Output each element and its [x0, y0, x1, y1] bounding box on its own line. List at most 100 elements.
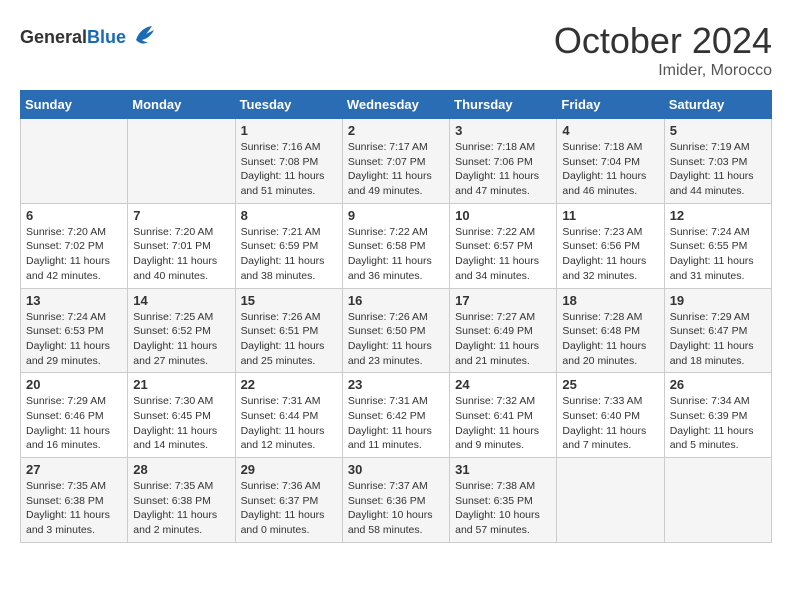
day-info: Sunrise: 7:27 AM Sunset: 6:49 PM Dayligh…: [455, 310, 551, 369]
day-number: 30: [348, 462, 444, 477]
calendar-cell: 31 Sunrise: 7:38 AM Sunset: 6:35 PM Dayli…: [450, 458, 557, 543]
calendar-cell: 14 Sunrise: 7:25 AM Sunset: 6:52 PM Dayli…: [128, 288, 235, 373]
calendar-cell: [557, 458, 664, 543]
calendar-cell: 25 Sunrise: 7:33 AM Sunset: 6:40 PM Dayli…: [557, 373, 664, 458]
calendar-cell: 11 Sunrise: 7:23 AM Sunset: 6:56 PM Dayli…: [557, 203, 664, 288]
day-info: Sunrise: 7:24 AM Sunset: 6:55 PM Dayligh…: [670, 225, 766, 284]
day-info: Sunrise: 7:22 AM Sunset: 6:57 PM Dayligh…: [455, 225, 551, 284]
day-info: Sunrise: 7:26 AM Sunset: 6:51 PM Dayligh…: [241, 310, 337, 369]
weekday-header-saturday: Saturday: [664, 91, 771, 119]
day-number: 3: [455, 123, 551, 138]
day-info: Sunrise: 7:30 AM Sunset: 6:45 PM Dayligh…: [133, 394, 229, 453]
day-number: 5: [670, 123, 766, 138]
day-info: Sunrise: 7:26 AM Sunset: 6:50 PM Dayligh…: [348, 310, 444, 369]
day-info: Sunrise: 7:35 AM Sunset: 6:38 PM Dayligh…: [133, 479, 229, 538]
calendar-cell: 29 Sunrise: 7:36 AM Sunset: 6:37 PM Dayli…: [235, 458, 342, 543]
day-info: Sunrise: 7:25 AM Sunset: 6:52 PM Dayligh…: [133, 310, 229, 369]
calendar-cell: 1 Sunrise: 7:16 AM Sunset: 7:08 PM Daylig…: [235, 119, 342, 204]
day-info: Sunrise: 7:24 AM Sunset: 6:53 PM Dayligh…: [26, 310, 122, 369]
day-number: 14: [133, 293, 229, 308]
calendar-week-row: 6 Sunrise: 7:20 AM Sunset: 7:02 PM Daylig…: [21, 203, 772, 288]
day-number: 31: [455, 462, 551, 477]
calendar-cell: 18Sunrise: 7:28 AM Sunset: 6:48 PM Dayli…: [557, 288, 664, 373]
calendar-cell: 7Sunrise: 7:20 AM Sunset: 7:01 PM Daylig…: [128, 203, 235, 288]
day-number: 6: [26, 208, 122, 223]
calendar-week-row: 1 Sunrise: 7:16 AM Sunset: 7:08 PM Daylig…: [21, 119, 772, 204]
day-number: 8: [241, 208, 337, 223]
day-info: Sunrise: 7:29 AM Sunset: 6:46 PM Dayligh…: [26, 394, 122, 453]
day-info: Sunrise: 7:32 AM Sunset: 6:41 PM Dayligh…: [455, 394, 551, 453]
calendar-cell: 2Sunrise: 7:17 AM Sunset: 7:07 PM Daylig…: [342, 119, 449, 204]
day-info: Sunrise: 7:37 AM Sunset: 6:36 PM Dayligh…: [348, 479, 444, 538]
day-number: 10: [455, 208, 551, 223]
day-number: 9: [348, 208, 444, 223]
logo-bird-icon: [130, 20, 158, 54]
calendar-cell: 13Sunrise: 7:24 AM Sunset: 6:53 PM Dayli…: [21, 288, 128, 373]
day-number: 7: [133, 208, 229, 223]
weekday-header-friday: Friday: [557, 91, 664, 119]
calendar-cell: 6 Sunrise: 7:20 AM Sunset: 7:02 PM Daylig…: [21, 203, 128, 288]
weekday-header-row: SundayMondayTuesdayWednesdayThursdayFrid…: [21, 91, 772, 119]
day-info: Sunrise: 7:28 AM Sunset: 6:48 PM Dayligh…: [562, 310, 658, 369]
day-number: 4: [562, 123, 658, 138]
logo-blue: Blue: [87, 27, 126, 47]
day-info: Sunrise: 7:33 AM Sunset: 6:40 PM Dayligh…: [562, 394, 658, 453]
day-number: 28: [133, 462, 229, 477]
day-info: Sunrise: 7:16 AM Sunset: 7:08 PM Dayligh…: [241, 140, 337, 199]
calendar-week-row: 20 Sunrise: 7:29 AM Sunset: 6:46 PM Dayli…: [21, 373, 772, 458]
calendar-cell: 28 Sunrise: 7:35 AM Sunset: 6:38 PM Dayli…: [128, 458, 235, 543]
weekday-header-thursday: Thursday: [450, 91, 557, 119]
day-number: 2: [348, 123, 444, 138]
calendar-cell: 22 Sunrise: 7:31 AM Sunset: 6:44 PM Dayli…: [235, 373, 342, 458]
calendar-cell: [664, 458, 771, 543]
day-info: Sunrise: 7:35 AM Sunset: 6:38 PM Dayligh…: [26, 479, 122, 538]
calendar-cell: 4Sunrise: 7:18 AM Sunset: 7:04 PM Daylig…: [557, 119, 664, 204]
day-number: 11: [562, 208, 658, 223]
day-number: 12: [670, 208, 766, 223]
day-number: 29: [241, 462, 337, 477]
day-info: Sunrise: 7:36 AM Sunset: 6:37 PM Dayligh…: [241, 479, 337, 538]
day-info: Sunrise: 7:19 AM Sunset: 7:03 PM Dayligh…: [670, 140, 766, 199]
day-number: 22: [241, 377, 337, 392]
day-number: 15: [241, 293, 337, 308]
calendar-week-row: 13Sunrise: 7:24 AM Sunset: 6:53 PM Dayli…: [21, 288, 772, 373]
day-number: 26: [670, 377, 766, 392]
calendar-cell: 3 Sunrise: 7:18 AM Sunset: 7:06 PM Daylig…: [450, 119, 557, 204]
calendar-cell: 24Sunrise: 7:32 AM Sunset: 6:41 PM Dayli…: [450, 373, 557, 458]
page-header: GeneralBlue October 2024 Imider, Morocco: [20, 20, 772, 80]
day-info: Sunrise: 7:20 AM Sunset: 7:02 PM Dayligh…: [26, 225, 122, 284]
month-title: October 2024: [554, 20, 772, 62]
day-number: 1: [241, 123, 337, 138]
day-number: 19: [670, 293, 766, 308]
month-title-block: October 2024 Imider, Morocco: [554, 20, 772, 80]
day-info: Sunrise: 7:23 AM Sunset: 6:56 PM Dayligh…: [562, 225, 658, 284]
day-info: Sunrise: 7:31 AM Sunset: 6:42 PM Dayligh…: [348, 394, 444, 453]
calendar-cell: 26 Sunrise: 7:34 AM Sunset: 6:39 PM Dayli…: [664, 373, 771, 458]
calendar-cell: 10 Sunrise: 7:22 AM Sunset: 6:57 PM Dayli…: [450, 203, 557, 288]
day-info: Sunrise: 7:34 AM Sunset: 6:39 PM Dayligh…: [670, 394, 766, 453]
calendar-cell: 16Sunrise: 7:26 AM Sunset: 6:50 PM Dayli…: [342, 288, 449, 373]
day-number: 25: [562, 377, 658, 392]
weekday-header-tuesday: Tuesday: [235, 91, 342, 119]
day-number: 23: [348, 377, 444, 392]
day-info: Sunrise: 7:21 AM Sunset: 6:59 PM Dayligh…: [241, 225, 337, 284]
logo: GeneralBlue: [20, 20, 158, 54]
day-number: 27: [26, 462, 122, 477]
calendar-cell: 27 Sunrise: 7:35 AM Sunset: 6:38 PM Dayli…: [21, 458, 128, 543]
calendar-cell: [128, 119, 235, 204]
calendar-cell: 9 Sunrise: 7:22 AM Sunset: 6:58 PM Daylig…: [342, 203, 449, 288]
calendar-cell: 19Sunrise: 7:29 AM Sunset: 6:47 PM Dayli…: [664, 288, 771, 373]
day-number: 20: [26, 377, 122, 392]
day-info: Sunrise: 7:18 AM Sunset: 7:06 PM Dayligh…: [455, 140, 551, 199]
day-number: 17: [455, 293, 551, 308]
calendar-cell: 30 Sunrise: 7:37 AM Sunset: 6:36 PM Dayli…: [342, 458, 449, 543]
calendar-cell: 21Sunrise: 7:30 AM Sunset: 6:45 PM Dayli…: [128, 373, 235, 458]
logo-general: General: [20, 27, 87, 47]
day-info: Sunrise: 7:31 AM Sunset: 6:44 PM Dayligh…: [241, 394, 337, 453]
weekday-header-monday: Monday: [128, 91, 235, 119]
day-info: Sunrise: 7:38 AM Sunset: 6:35 PM Dayligh…: [455, 479, 551, 538]
day-info: Sunrise: 7:22 AM Sunset: 6:58 PM Dayligh…: [348, 225, 444, 284]
weekday-header-wednesday: Wednesday: [342, 91, 449, 119]
calendar-week-row: 27 Sunrise: 7:35 AM Sunset: 6:38 PM Dayli…: [21, 458, 772, 543]
calendar-cell: 20 Sunrise: 7:29 AM Sunset: 6:46 PM Dayli…: [21, 373, 128, 458]
